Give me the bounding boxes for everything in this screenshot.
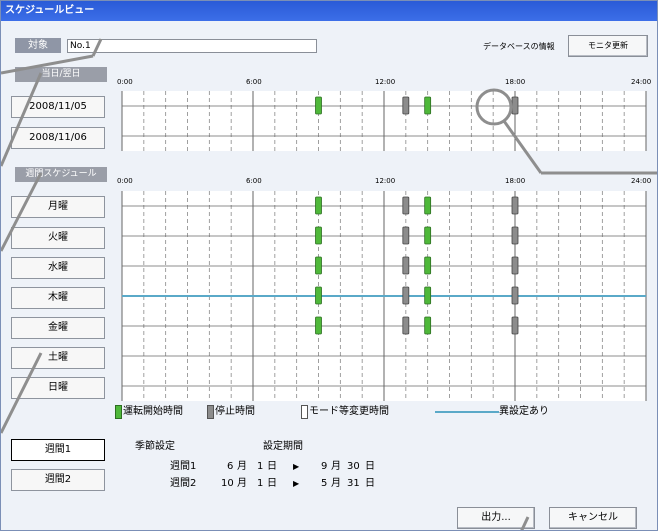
cancel-button[interactable]: キャンセル <box>549 507 637 529</box>
period1-from-month: 6 <box>227 461 234 472</box>
week-row-1-stop-marker-3 <box>511 226 519 245</box>
period1-day-unit: 日 <box>267 461 277 472</box>
week-row-4-stop-marker-3 <box>511 316 519 335</box>
period2-month-unit-2: 月 <box>331 478 341 489</box>
week-row-3-start-marker-2 <box>424 286 432 305</box>
week-row-1-start-marker-2 <box>424 226 432 245</box>
week-row-2-start-marker-0 <box>315 256 322 275</box>
period2-month-unit: 月 <box>237 478 247 489</box>
schedule-view-window: スケジュールビュー 対象 No.1 データベースの情報 モニタ更新 当日/翌日 … <box>0 0 658 531</box>
period1-day-unit-2: 日 <box>365 461 375 472</box>
week-row-3-start-marker-0 <box>315 286 322 305</box>
legend-abnormal-label: 異設定あり <box>499 406 549 417</box>
legend-stop-label: 停止時間 <box>215 406 255 417</box>
week-row-0-stop-marker-3 <box>511 196 519 215</box>
day-row-0-stop-marker-3 <box>511 96 519 115</box>
legend-start-swatch <box>115 405 122 419</box>
week-row-2-stop-marker-1 <box>402 256 410 275</box>
season-title: 季節設定 <box>135 441 175 452</box>
week1-button[interactable]: 週間1 <box>11 439 105 461</box>
week-row-1-start-marker-0 <box>315 226 322 245</box>
period1-from-day: 1 <box>257 461 264 472</box>
period2-from-day: 1 <box>257 478 264 489</box>
output-button[interactable]: 出力... <box>457 507 535 529</box>
period2-to-day: 31 <box>347 478 360 489</box>
week-row-3-stop-marker-3 <box>511 286 519 305</box>
week-row-4-start-marker-0 <box>315 316 322 335</box>
week-row-2-start-marker-2 <box>424 256 432 275</box>
period1-month-unit-2: 月 <box>331 461 341 472</box>
period1-month-unit: 月 <box>237 461 247 472</box>
period-title: 設定期間 <box>263 441 303 452</box>
week-row-3-stop-marker-1 <box>402 286 410 305</box>
legend-mode-swatch <box>301 405 308 419</box>
period2-to-month: 5 <box>321 478 328 489</box>
period2-day-unit-2: 日 <box>365 478 375 489</box>
legend-start-label: 運転開始時間 <box>123 406 183 417</box>
week-row-4-start-marker-2 <box>424 316 432 335</box>
legend-abnormal-line <box>435 411 499 413</box>
period1-to-day: 30 <box>347 461 360 472</box>
week-row-0-stop-marker-1 <box>402 196 410 215</box>
week-row-0-start-marker-0 <box>315 196 322 215</box>
period1-name: 週間1 <box>170 461 197 472</box>
period2-from-month: 10 <box>221 478 234 489</box>
week-row-4-stop-marker-1 <box>402 316 410 335</box>
period2-name: 週間2 <box>170 478 197 489</box>
day-row-0-start-marker-2 <box>424 96 432 115</box>
period2-arrow-icon: ▶ <box>293 479 300 488</box>
legend-mode-label: モード等変更時間 <box>309 406 389 417</box>
period1-arrow-icon: ▶ <box>293 462 300 471</box>
legend-stop-swatch <box>207 405 214 419</box>
week-row-2-stop-marker-3 <box>511 256 519 275</box>
period1-to-month: 9 <box>321 461 328 472</box>
day-row-0-stop-marker-1 <box>402 96 410 115</box>
week-row-0-start-marker-2 <box>424 196 432 215</box>
week-row-1-stop-marker-1 <box>402 226 410 245</box>
day-row-0-start-marker-0 <box>315 96 322 115</box>
period2-day-unit: 日 <box>267 478 277 489</box>
week2-button[interactable]: 週間2 <box>11 469 105 491</box>
